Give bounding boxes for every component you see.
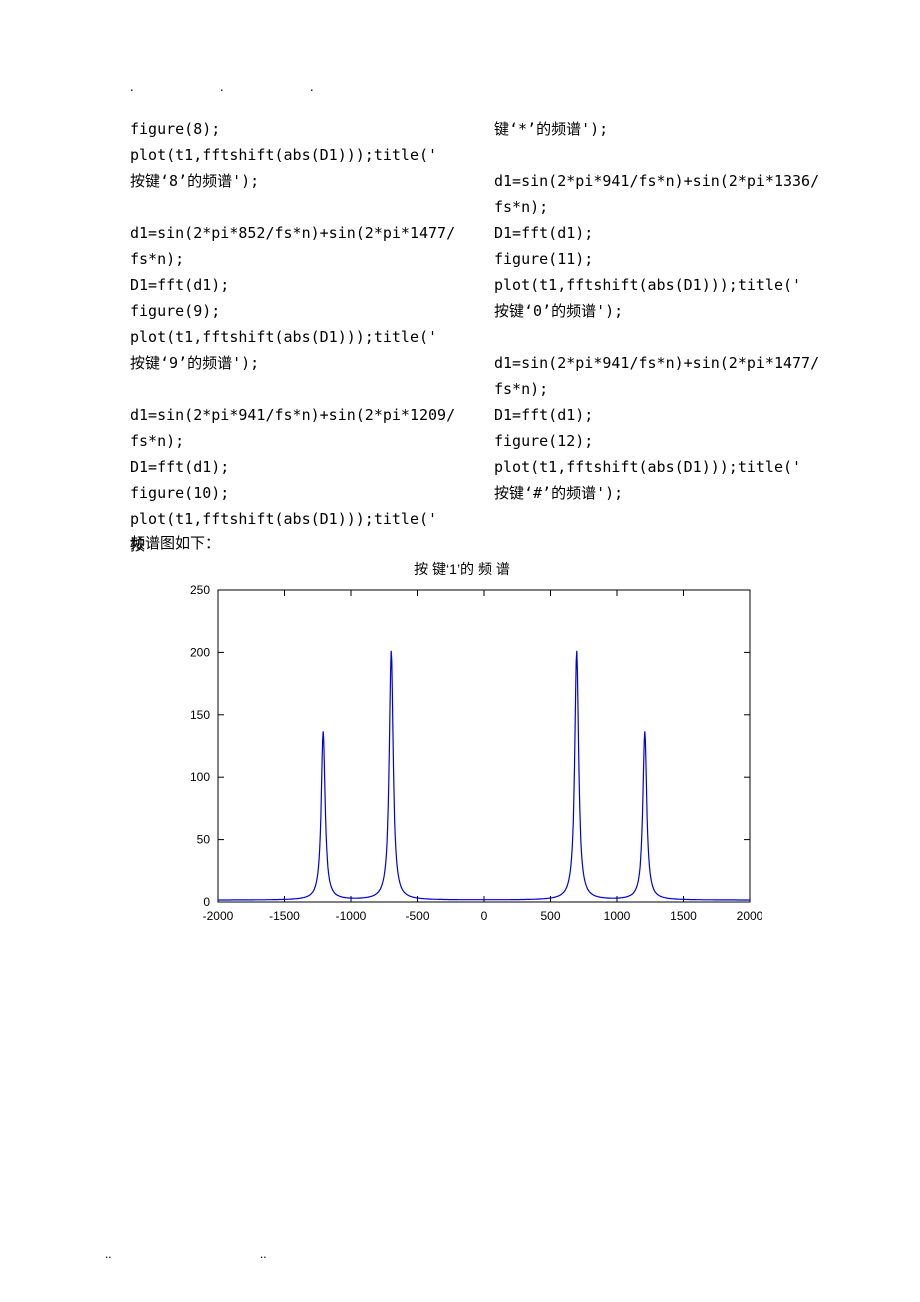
svg-text:-2000: -2000 — [203, 909, 234, 923]
svg-text:-1000: -1000 — [336, 909, 367, 923]
code-right-column: 键‘*’的频谱'); d1=sin(2*pi*941/fs*n)+sin(2*p… — [494, 116, 820, 558]
svg-text:200: 200 — [190, 645, 210, 659]
svg-text:150: 150 — [190, 708, 210, 722]
svg-text:1500: 1500 — [670, 909, 697, 923]
svg-text:500: 500 — [540, 909, 560, 923]
svg-text:按 键‘1’的 频 谱: 按 键‘1’的 频 谱 — [414, 561, 510, 577]
svg-text:-500: -500 — [405, 909, 429, 923]
header-dots: ... — [130, 80, 400, 96]
svg-text:250: 250 — [190, 583, 210, 597]
svg-text:100: 100 — [190, 770, 210, 784]
svg-text:0: 0 — [481, 909, 488, 923]
svg-text:1000: 1000 — [604, 909, 631, 923]
spectrum-chart: 按 键‘1’的 频 谱-2000-1500-1000-5000500100015… — [162, 560, 762, 945]
svg-text:2000: 2000 — [737, 909, 762, 923]
figure-caption: 频谱图如下： — [130, 532, 220, 553]
svg-text:0: 0 — [203, 895, 210, 909]
svg-text:50: 50 — [197, 833, 211, 847]
svg-text:-1500: -1500 — [269, 909, 300, 923]
footer-dots: .... — [105, 1246, 415, 1262]
code-left-column: figure(8); plot(t1,fftshift(abs(D1)));ti… — [130, 116, 456, 558]
